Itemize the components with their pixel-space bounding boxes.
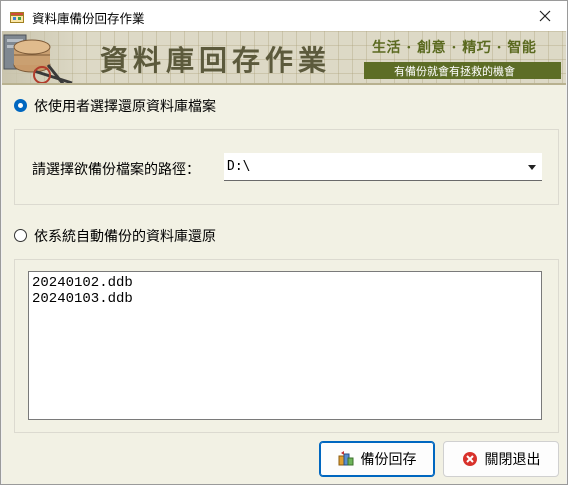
dialog-window: 資料庫備份回存作業 資料庫回存作業 生活 · 創意 · 精巧 · 智能 有備份就… (0, 0, 568, 485)
header-banner: 資料庫回存作業 生活 · 創意 · 精巧 · 智能 有備份就會有拯救的機會 (2, 31, 566, 85)
cancel-circle-icon (462, 451, 478, 467)
path-dropdown[interactable]: D:\ (224, 153, 542, 181)
auto-restore-label[interactable]: 依系統自動備份的資料庫還原 (34, 226, 216, 246)
banner-title: 資料庫回存作業 (100, 44, 332, 77)
manual-restore-label[interactable]: 依使用者選擇還原資料庫檔案 (34, 96, 216, 116)
close-icon (539, 7, 551, 26)
banner-illustration (3, 34, 73, 85)
list-item[interactable]: 20240103.ddb (29, 291, 541, 307)
restore-button[interactable]: 備份回存 (319, 441, 435, 477)
banner-slogan: 生活 · 創意 · 精巧 · 智能 (372, 40, 537, 56)
chevron-down-icon[interactable] (528, 165, 536, 170)
window-title: 資料庫備份回存作業 (32, 11, 145, 26)
banner-tagline: 有備份就會有拯救的機會 (394, 65, 515, 78)
restore-button-label: 備份回存 (360, 452, 417, 468)
manual-restore-radio[interactable] (14, 99, 27, 112)
database-restore-icon (338, 451, 354, 467)
close-exit-button[interactable]: 關閉退出 (443, 441, 559, 477)
database-window-icon (10, 9, 24, 23)
close-window-button[interactable] (523, 1, 567, 31)
auto-restore-radio[interactable] (14, 229, 27, 242)
path-label: 請選擇欲備份檔案的路徑： (32, 162, 200, 178)
backup-file-list[interactable]: 20240102.ddb 20240103.ddb (28, 271, 542, 420)
title-bar[interactable]: 資料庫備份回存作業 (1, 1, 567, 31)
close-exit-button-label: 關閉退出 (484, 452, 541, 468)
path-dropdown-value: D:\ (227, 159, 251, 174)
list-item[interactable]: 20240102.ddb (29, 275, 541, 291)
